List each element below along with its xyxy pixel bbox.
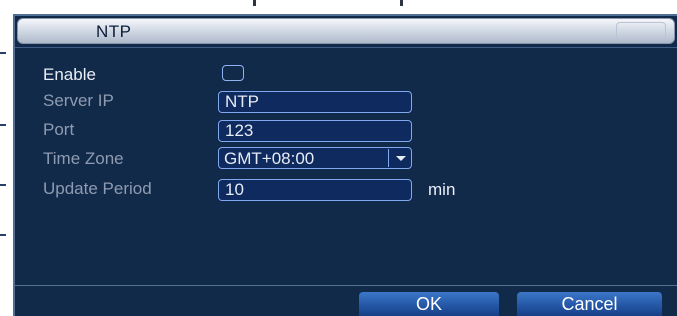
- background-tick: [0, 234, 6, 236]
- background-tick: [0, 124, 6, 126]
- background-tick: [0, 52, 6, 54]
- update-period-input[interactable]: [218, 179, 412, 201]
- background-tick: [253, 0, 256, 6]
- background-edge: [0, 14, 13, 316]
- time-zone-select[interactable]: GMT+08:00: [218, 147, 412, 169]
- background-tick: [400, 0, 403, 6]
- ok-button[interactable]: OK: [359, 292, 499, 316]
- dialog-title: NTP: [96, 22, 132, 41]
- server-ip-label: Server IP: [43, 91, 114, 110]
- time-zone-value: GMT+08:00: [224, 149, 315, 168]
- enable-label: Enable: [43, 65, 96, 84]
- background-tick: [0, 184, 6, 186]
- enable-checkbox[interactable]: [222, 65, 244, 81]
- cancel-button[interactable]: Cancel: [517, 292, 662, 316]
- port-input[interactable]: [218, 120, 412, 142]
- server-ip-input[interactable]: [218, 91, 412, 113]
- title-bar-highlight: [616, 22, 666, 40]
- ntp-dialog: NTP Enable Server IP Port Time Zone GMT+…: [13, 14, 677, 316]
- chevron-down-icon[interactable]: [396, 156, 406, 161]
- update-period-unit: min: [428, 180, 456, 199]
- port-label: Port: [43, 120, 75, 139]
- select-separator: [388, 149, 389, 167]
- title-bar: NTP: [17, 18, 675, 44]
- divider: [15, 47, 677, 48]
- button-bar: OK Cancel: [15, 285, 677, 316]
- time-zone-label: Time Zone: [43, 149, 124, 168]
- update-period-label: Update Period: [43, 179, 152, 198]
